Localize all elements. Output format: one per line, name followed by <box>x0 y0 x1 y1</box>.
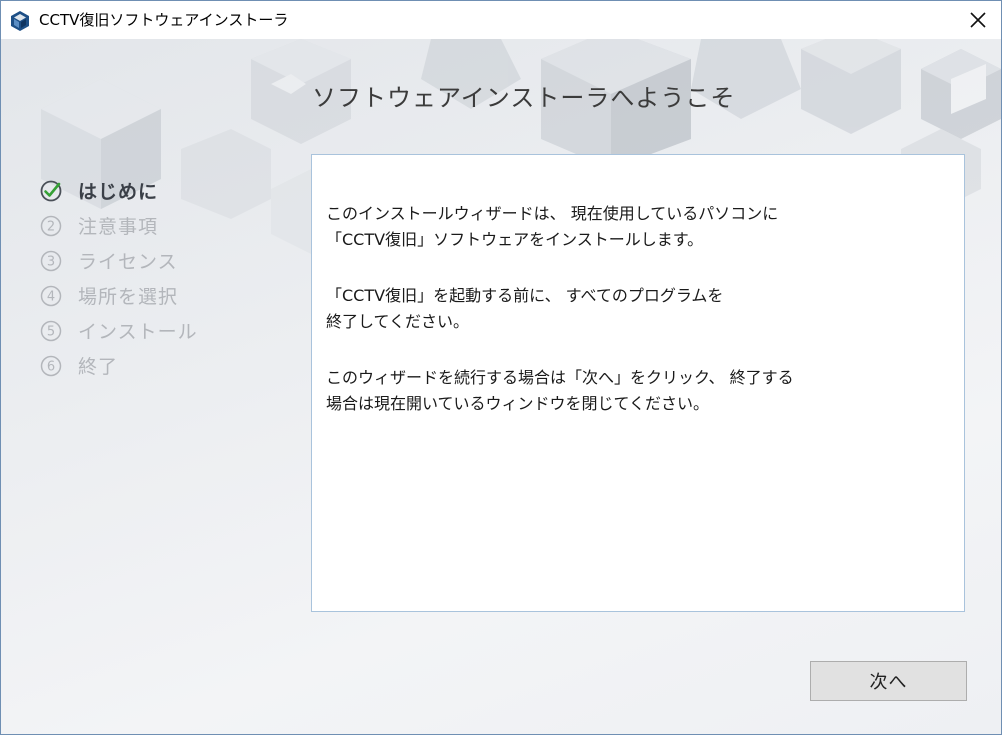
text-line: 終了してください。 <box>326 312 470 331</box>
title-bar[interactable]: CCTV復旧ソフトウェアインストーラ <box>1 1 1001 39</box>
close-button[interactable] <box>955 1 1001 39</box>
close-icon <box>970 12 986 28</box>
page-heading: ソフトウェアインストーラへようこそ <box>312 84 736 112</box>
svg-text:2: 2 <box>47 219 55 234</box>
step-item-install: 5 インストール <box>39 313 198 348</box>
svg-text:6: 6 <box>47 359 55 374</box>
intro-paragraph: このインストールウィザードは、 現在使用しているパソコンに 「CCTV復旧」ソフ… <box>326 201 778 253</box>
step-item-notes: 2 注意事項 <box>39 208 198 243</box>
wizard-steps: はじめに 2 注意事項 3 ライセンス 4 場所を選択 5 インストール 6 終… <box>39 173 198 383</box>
text-line: このインストールウィザードは、 現在使用しているパソコンに <box>326 204 779 223</box>
text-line: このウィザードを続行する場合は「次へ」をクリック、 終了する <box>326 368 794 387</box>
number-2-circle-icon: 2 <box>39 214 63 238</box>
text-line: 「CCTV復旧」を起動する前に、 すべてのプログラムを <box>326 286 724 305</box>
installer-window: CCTV復旧ソフトウェアインストーラ ソフトウェアインストーラへようこそ はじめ… <box>0 0 1002 735</box>
window-title: CCTV復旧ソフトウェアインストーラ <box>39 11 289 29</box>
svg-text:4: 4 <box>47 289 55 304</box>
step-label: はじめに <box>78 181 159 203</box>
continue-instructions-paragraph: このウィザードを続行する場合は「次へ」をクリック、 終了する 場合は現在開いてい… <box>326 365 794 417</box>
check-circle-icon <box>39 179 63 203</box>
step-item-finish: 6 終了 <box>39 348 198 383</box>
text-line: 「CCTV復旧」ソフトウェアをインストールします。 <box>326 230 704 249</box>
step-item-intro: はじめに <box>39 173 198 208</box>
next-button[interactable]: 次へ <box>810 661 967 701</box>
svg-text:3: 3 <box>47 254 55 269</box>
step-label: ライセンス <box>78 251 178 273</box>
step-item-license: 3 ライセンス <box>39 243 198 278</box>
text-line: 場合は現在開いているウィンドウを閉じてください。 <box>326 394 710 413</box>
step-label: 注意事項 <box>78 216 159 238</box>
number-6-circle-icon: 6 <box>39 354 63 378</box>
step-label: 場所を選択 <box>78 286 179 308</box>
number-3-circle-icon: 3 <box>39 249 63 273</box>
step-label: インストール <box>78 321 198 343</box>
close-programs-paragraph: 「CCTV復旧」を起動する前に、 すべてのプログラムを 終了してください。 <box>326 283 723 335</box>
number-5-circle-icon: 5 <box>39 319 63 343</box>
wizard-body: ソフトウェアインストーラへようこそ はじめに 2 注意事項 3 ライセンス 4 … <box>1 39 1001 734</box>
welcome-text-panel: このインストールウィザードは、 現在使用しているパソコンに 「CCTV復旧」ソフ… <box>311 154 965 612</box>
app-cube-icon <box>9 10 31 32</box>
svg-text:5: 5 <box>47 324 55 339</box>
step-item-location: 4 場所を選択 <box>39 278 198 313</box>
number-4-circle-icon: 4 <box>39 284 63 308</box>
step-label: 終了 <box>78 356 119 378</box>
